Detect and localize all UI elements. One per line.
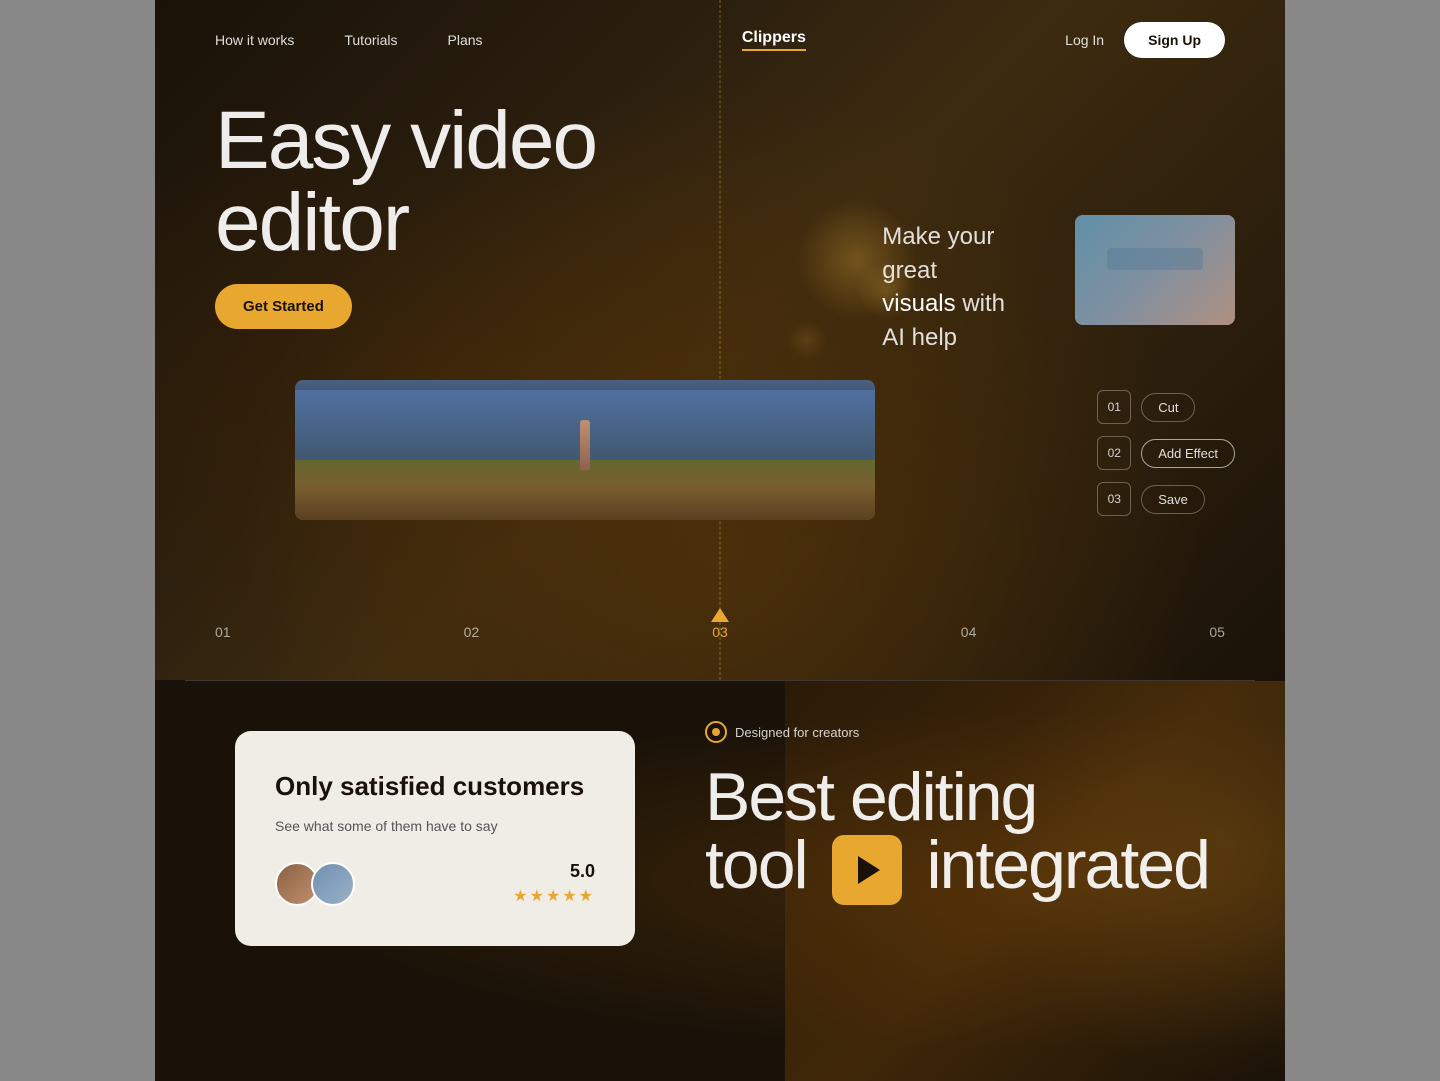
hero-right-text: Make your great visuals with AI help (882, 220, 1005, 354)
rating-area: 5.0 ★★★★★ (513, 861, 595, 906)
video-strip (295, 380, 875, 520)
hero-subtitle: Make your great visuals with AI help (882, 220, 1005, 354)
timeline: 01 02 03 04 05 (155, 624, 1285, 640)
review-card: Only satisfied customers See what some o… (235, 731, 635, 946)
star-rating: ★★★★★ (513, 886, 595, 906)
step-row-2: 02 Add Effect (1097, 436, 1235, 470)
dashed-timeline-line (720, 0, 721, 680)
rating-number: 5.0 (570, 861, 595, 882)
nav-tutorials[interactable]: Tutorials (344, 32, 397, 48)
bottom-section: Only satisfied customers See what some o… (155, 681, 1285, 1081)
play-icon[interactable] (832, 835, 902, 905)
hero-title-line2: editor (215, 182, 596, 264)
step-label-1[interactable]: Cut (1141, 393, 1195, 422)
step-num-3: 03 (1097, 482, 1131, 516)
video-strip-inner (295, 380, 875, 520)
brand-logo[interactable]: Clippers (742, 29, 806, 51)
timeline-item-3[interactable]: 03 (712, 624, 728, 640)
badge-icon-inner (712, 728, 720, 736)
bottom-heading-line2: tool integrated (705, 831, 1225, 905)
step-label-3[interactable]: Save (1141, 485, 1205, 514)
avatar-group (275, 862, 347, 906)
timeline-item-2[interactable]: 02 (464, 624, 480, 640)
timeline-item-4[interactable]: 04 (961, 624, 977, 640)
hero-title: Easy video editor (215, 100, 596, 264)
thumbnail-card (1075, 215, 1235, 325)
step-num-1: 01 (1097, 390, 1131, 424)
step-row-1: 01 Cut (1097, 390, 1235, 424)
hero-title-line1: Easy video (215, 100, 596, 182)
play-triangle (858, 856, 880, 884)
step-label-2[interactable]: Add Effect (1141, 439, 1235, 468)
thumbnail-image (1075, 215, 1235, 325)
designed-badge: Designed for creators (705, 721, 1225, 743)
hero-section: How it works Tutorials Plans Clippers Lo… (155, 0, 1285, 680)
review-title: Only satisfied customers (275, 771, 595, 802)
navbar: How it works Tutorials Plans Clippers Lo… (155, 0, 1285, 80)
nav-left: How it works Tutorials Plans (215, 32, 483, 48)
nav-right: Log In Sign Up (1065, 22, 1225, 58)
review-bottom: 5.0 ★★★★★ (275, 861, 595, 906)
timeline-indicator (711, 608, 729, 622)
bottom-right-content: Designed for creators Best editing tool … (705, 721, 1225, 905)
timeline-item-1[interactable]: 01 (215, 624, 231, 640)
hero-content: Easy video editor Get Started (215, 100, 596, 329)
thumbnail-face (1075, 215, 1235, 325)
get-started-button[interactable]: Get Started (215, 284, 352, 329)
badge-icon (705, 721, 727, 743)
bottom-heading: Best editing tool integrated (705, 763, 1225, 905)
step-row-3: 03 Save (1097, 482, 1235, 516)
steps-panel: 01 Cut 02 Add Effect 03 Save (1097, 390, 1235, 516)
timeline-item-5[interactable]: 05 (1209, 624, 1225, 640)
bottom-heading-line1: Best editing (705, 763, 1225, 831)
page-wrapper: How it works Tutorials Plans Clippers Lo… (155, 0, 1285, 1081)
nav-how-it-works[interactable]: How it works (215, 32, 294, 48)
badge-label: Designed for creators (735, 725, 859, 740)
nav-center: Clippers (483, 29, 1066, 51)
review-subtitle: See what some of them have to say (275, 816, 595, 837)
login-link[interactable]: Log In (1065, 32, 1104, 48)
avatar-2 (311, 862, 355, 906)
step-num-2: 02 (1097, 436, 1131, 470)
signup-button[interactable]: Sign Up (1124, 22, 1225, 58)
nav-plans[interactable]: Plans (448, 32, 483, 48)
